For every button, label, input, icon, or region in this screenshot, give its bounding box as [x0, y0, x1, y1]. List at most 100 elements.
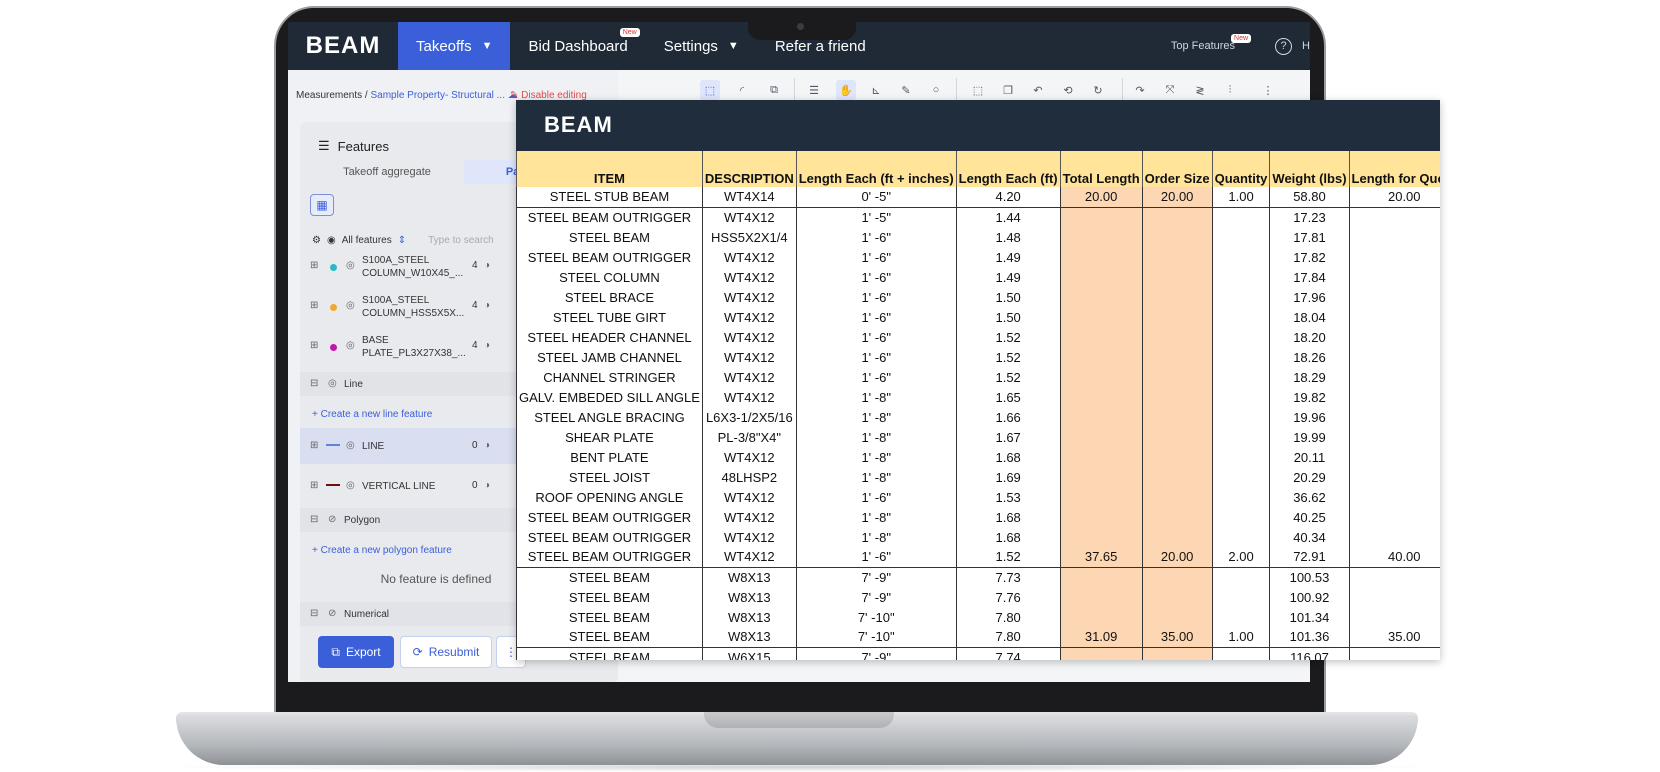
- table-cell: [1141, 447, 1213, 467]
- export-button[interactable]: ⧉ Export: [318, 636, 394, 668]
- table-cell: WT4X14: [701, 187, 797, 208]
- table-cell: [1211, 387, 1270, 407]
- table-cell: 1.66: [955, 407, 1061, 427]
- eye-icon[interactable]: ◉: [327, 235, 336, 246]
- table-cell: [1348, 427, 1440, 447]
- undo-icon[interactable]: ↶: [1028, 80, 1048, 100]
- table-cell: STEEL ANGLE BRACING: [516, 407, 703, 427]
- copy-tool-icon[interactable]: ❐: [998, 80, 1018, 100]
- split-tool-icon[interactable]: ⫶: [1220, 80, 1240, 100]
- visibility-toggle-icon[interactable]: ◑: [484, 260, 490, 271]
- transform-tool-icon[interactable]: ⧉: [764, 80, 784, 100]
- pen-tool-icon[interactable]: ✎: [896, 80, 916, 100]
- feature-name: VERTICAL LINE: [362, 481, 436, 492]
- export-label: Export: [345, 645, 381, 659]
- help-icon[interactable]: ?: [1275, 37, 1293, 55]
- table-cell: STEEL JOIST: [516, 467, 703, 487]
- external-link-icon: ⧉: [331, 644, 340, 659]
- table-cell: ROOF OPENING ANGLE: [516, 487, 703, 507]
- section-polygon-label: Polygon: [344, 515, 381, 526]
- breadcrumb-root[interactable]: Measurements /: [296, 90, 368, 101]
- select-tool-icon[interactable]: ⬚: [700, 80, 720, 100]
- merge-tool-icon[interactable]: ≷: [1190, 80, 1210, 100]
- expand-icon[interactable]: ⊞: [310, 260, 318, 271]
- table-cell: 1' -8": [795, 447, 957, 467]
- table-cell: [1348, 247, 1440, 267]
- eye-icon[interactable]: ◎: [328, 378, 337, 389]
- all-features-select[interactable]: All features: [342, 235, 392, 246]
- eye-icon[interactable]: ◎: [346, 260, 355, 271]
- table-row: STEEL BEAM OUTRIGGER WT4X12 1' -6" 1.52 37.6…: [516, 547, 1440, 568]
- collapse-icon[interactable]: ⊟: [310, 608, 318, 619]
- table-cell: 58.80: [1269, 187, 1350, 208]
- table-cell: [1211, 287, 1270, 307]
- table-cell: 1.49: [955, 267, 1061, 287]
- top-features-link[interactable]: Top Features: [1171, 40, 1235, 52]
- nav-settings[interactable]: Settings ▼: [646, 22, 757, 70]
- table-cell: [1141, 427, 1213, 447]
- visibility-toggle-icon[interactable]: ◑: [484, 340, 490, 351]
- connect-tool-icon[interactable]: ⤧: [1160, 80, 1180, 100]
- visibility-toggle-icon[interactable]: ◑: [484, 300, 490, 311]
- feature-count: 4: [472, 340, 478, 351]
- table-cell: W6X15: [701, 647, 797, 660]
- table-cell: 1.69: [955, 467, 1061, 487]
- new-badge: New: [1231, 33, 1252, 43]
- eye-icon[interactable]: ◎: [346, 340, 355, 351]
- marquee-tool-icon[interactable]: ⬚: [968, 80, 988, 100]
- eye-icon[interactable]: ◎: [346, 480, 355, 491]
- eye-icon[interactable]: ◎: [346, 440, 355, 451]
- table-cell: 1.53: [955, 487, 1061, 507]
- more-vertical-icon[interactable]: ⋮: [1258, 80, 1278, 100]
- table-view-icon[interactable]: ▦: [310, 194, 334, 216]
- table-cell: [1141, 647, 1213, 660]
- takeoff-spreadsheet: BEAM ITEM DESCRIPTION Length Each (ft + in…: [516, 100, 1440, 660]
- arc-tool-icon[interactable]: ◜: [732, 80, 752, 100]
- table-cell: WT4X12: [701, 487, 797, 507]
- rotate-icon[interactable]: ↻: [1088, 80, 1108, 100]
- table-cell: STEEL BEAM: [516, 627, 703, 648]
- sort-icon[interactable]: ⇕: [398, 235, 406, 246]
- feature-search-input[interactable]: Type to search: [428, 235, 494, 246]
- expand-icon[interactable]: ⊞: [310, 300, 318, 311]
- eye-off-icon[interactable]: ⊘: [328, 514, 336, 525]
- color-swatch: [330, 344, 337, 351]
- shape-tool-icon[interactable]: ⊾: [866, 80, 886, 100]
- beam-logo[interactable]: BEAM: [288, 22, 398, 70]
- nav-takeoffs[interactable]: Takeoffs ▼: [398, 22, 511, 70]
- section-line-label: Line: [344, 379, 363, 390]
- table-cell: [1348, 307, 1440, 327]
- table-row: STEEL BEAM W8X13 7' -10" 7.80 101.34: [516, 607, 1440, 627]
- circle-tool-icon[interactable]: ○: [926, 80, 946, 100]
- chevron-down-icon: ▼: [727, 40, 739, 52]
- visibility-toggle-icon[interactable]: ◑: [484, 440, 490, 451]
- collapse-icon[interactable]: ⊟: [310, 378, 318, 389]
- nav-refer-friend-label: Refer a friend: [774, 37, 866, 55]
- history-icon[interactable]: ⟲: [1058, 80, 1078, 100]
- table-cell: [1141, 327, 1213, 347]
- eye-off-icon[interactable]: ⊘: [328, 608, 336, 619]
- table-cell: 20.00: [1348, 187, 1440, 208]
- hand-tool-icon[interactable]: ✋: [836, 80, 856, 100]
- table-cell: STEEL BEAM: [516, 647, 703, 660]
- expand-icon[interactable]: ⊞: [310, 440, 318, 451]
- tab-takeoff-aggregate[interactable]: Takeoff aggregate: [310, 160, 464, 184]
- collapse-icon[interactable]: ⊟: [310, 514, 318, 525]
- table-cell: [1141, 507, 1213, 527]
- visibility-toggle-icon[interactable]: ◑: [484, 480, 490, 491]
- breadcrumb-project[interactable]: Sample Property- Structural ...: [370, 90, 505, 101]
- curve-tool-icon[interactable]: ↷: [1130, 80, 1150, 100]
- eye-icon[interactable]: ◎: [346, 300, 355, 311]
- resubmit-button[interactable]: ⟳ Resubmit: [400, 636, 492, 668]
- align-tool-icon[interactable]: ☰: [804, 80, 824, 100]
- expand-icon[interactable]: ⊞: [310, 340, 318, 351]
- table-cell: WT4X12: [701, 547, 797, 568]
- table-row: STEEL BEAM OUTRIGGER WT4X12 1' -6" 1.49 17.8…: [516, 247, 1440, 267]
- table-cell: 1' -8": [795, 387, 957, 407]
- user-menu[interactable]: H: [1302, 40, 1310, 52]
- expand-icon[interactable]: ⊞: [310, 480, 318, 491]
- settings-icon[interactable]: ⚙: [312, 235, 321, 246]
- table-cell: 17.96: [1269, 287, 1350, 307]
- nav-bid-dashboard[interactable]: Bid Dashboard New: [510, 22, 645, 70]
- table-cell: [1059, 247, 1143, 267]
